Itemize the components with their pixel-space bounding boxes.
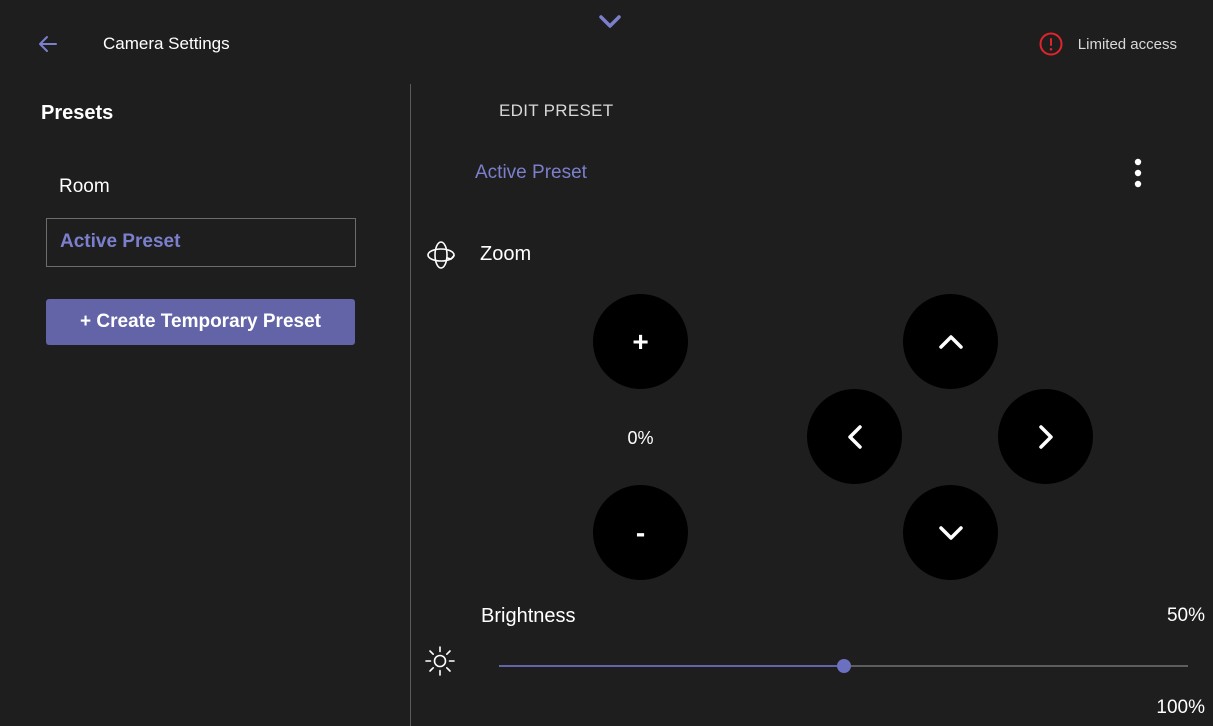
- create-temporary-preset-button[interactable]: + Create Temporary Preset: [46, 299, 355, 345]
- preset-item-room[interactable]: Room: [46, 164, 356, 210]
- pan-right-button[interactable]: [998, 389, 1093, 484]
- zoom-out-button[interactable]: -: [593, 485, 688, 580]
- presets-heading: Presets: [41, 102, 114, 124]
- panel-divider: [410, 84, 411, 726]
- page-title: Camera Settings: [103, 34, 230, 53]
- limited-access-status[interactable]: Limited access: [1038, 31, 1177, 57]
- arrow-left-icon: [39, 36, 57, 52]
- preset-item-active-preset[interactable]: Active Preset: [46, 218, 356, 267]
- chevron-left-icon: [847, 424, 862, 449]
- active-preset-name: Active Preset: [475, 162, 587, 183]
- brightness-max-value: 100%: [1156, 697, 1205, 718]
- limited-access-label: Limited access: [1077, 35, 1177, 53]
- pan-left-button[interactable]: [807, 389, 902, 484]
- warning-circle-icon: [1039, 32, 1063, 56]
- zoom-value: 0%: [627, 428, 654, 448]
- preset-item-label: Room: [59, 176, 110, 197]
- chevron-down-icon: [599, 15, 621, 28]
- more-vertical-icon: [1134, 158, 1142, 188]
- pan-up-button[interactable]: [903, 294, 998, 389]
- chevron-right-icon: [1038, 424, 1053, 449]
- slider-thumb[interactable]: [836, 659, 851, 673]
- top-bar: Camera Settings Limited access: [0, 0, 1213, 84]
- brightness-value: 50%: [1166, 605, 1205, 626]
- more-options-button[interactable]: [1124, 155, 1152, 191]
- sun-icon: [425, 646, 455, 676]
- slider-fill: [499, 665, 844, 667]
- pan-down-button[interactable]: [903, 485, 998, 580]
- chevron-up-icon: [938, 334, 963, 349]
- preset-item-label: Active Preset: [60, 230, 181, 252]
- zoom-in-button[interactable]: +: [593, 294, 688, 389]
- chevron-down-icon: [938, 525, 963, 540]
- brightness-slider[interactable]: [499, 656, 1188, 676]
- brightness-label: Brightness: [481, 605, 576, 627]
- zoom-label: Zoom: [480, 243, 532, 265]
- back-button[interactable]: [34, 30, 62, 58]
- edit-preset-heading: EDIT PRESET: [499, 101, 614, 120]
- collapse-button[interactable]: [594, 8, 626, 36]
- rotate-camera-icon: [427, 241, 455, 269]
- camera-settings-screen: Camera Settings Limited access Presets R…: [0, 0, 1213, 726]
